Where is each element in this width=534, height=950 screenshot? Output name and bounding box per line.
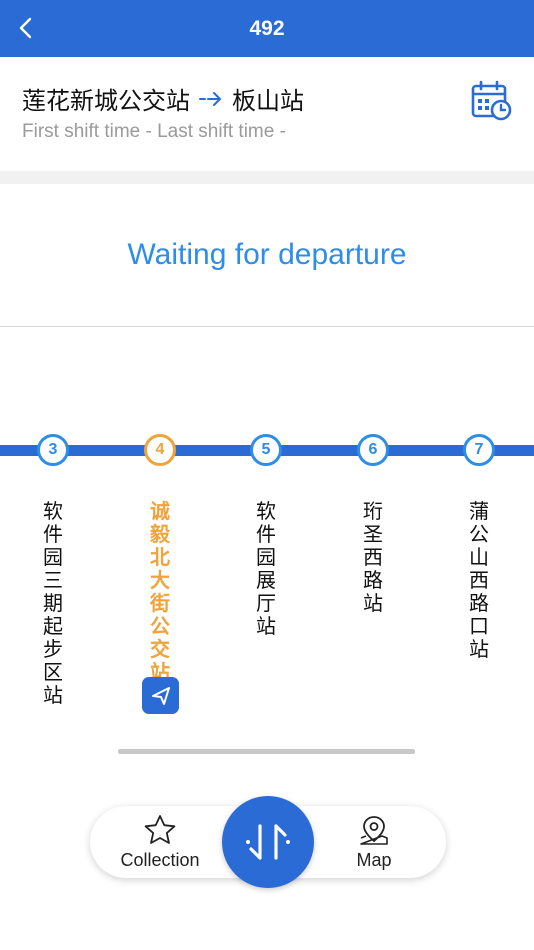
departure-status: Waiting for departure bbox=[127, 238, 407, 271]
page-title: 492 bbox=[249, 17, 285, 40]
stop-marker-5[interactable]: 5 bbox=[250, 434, 282, 466]
stop-marker-7[interactable]: 7 bbox=[463, 434, 495, 466]
stop-marker-6[interactable]: 6 bbox=[357, 434, 389, 466]
star-icon bbox=[144, 814, 176, 844]
divider bbox=[0, 326, 534, 327]
stops-scrollbar[interactable] bbox=[118, 749, 415, 754]
swap-direction-icon bbox=[246, 824, 290, 860]
stop-name-3[interactable]: 软件园三期起步区站 bbox=[40, 500, 66, 707]
schedule-button[interactable] bbox=[470, 80, 512, 122]
stop-name-4-current[interactable]: 诚毅北大街公交站 bbox=[147, 500, 173, 684]
arrow-right-icon bbox=[198, 89, 224, 109]
map-label: Map bbox=[356, 849, 392, 870]
navigation-arrow-icon bbox=[151, 686, 170, 705]
map-button[interactable]: Map bbox=[319, 806, 429, 878]
section-divider bbox=[0, 171, 534, 184]
stop-name-7[interactable]: 蒲公山西路口站 bbox=[466, 500, 492, 661]
stop-name-5[interactable]: 软件园展厅站 bbox=[253, 500, 279, 638]
route-card: 莲花新城公交站 板山站 First shift time - Last shif… bbox=[0, 57, 534, 171]
map-pin-icon bbox=[360, 815, 388, 845]
calendar-clock-icon bbox=[471, 80, 512, 121]
collection-button[interactable]: Collection bbox=[105, 806, 215, 878]
top-bar: 492 bbox=[0, 0, 534, 57]
stop-name-6[interactable]: 珩圣西路站 bbox=[360, 500, 386, 615]
stop-marker-4-current[interactable]: 4 bbox=[144, 434, 176, 466]
locate-button[interactable] bbox=[142, 677, 179, 714]
origin-station: 莲花新城公交站 bbox=[22, 87, 190, 115]
swap-direction-button[interactable] bbox=[222, 796, 314, 888]
route-direction: 莲花新城公交站 板山站 bbox=[22, 81, 304, 116]
collection-label: Collection bbox=[120, 849, 200, 870]
shift-time: First shift time - Last shift time - bbox=[22, 121, 286, 142]
destination-station: 板山站 bbox=[232, 87, 304, 115]
stop-marker-3[interactable]: 3 bbox=[37, 434, 69, 466]
